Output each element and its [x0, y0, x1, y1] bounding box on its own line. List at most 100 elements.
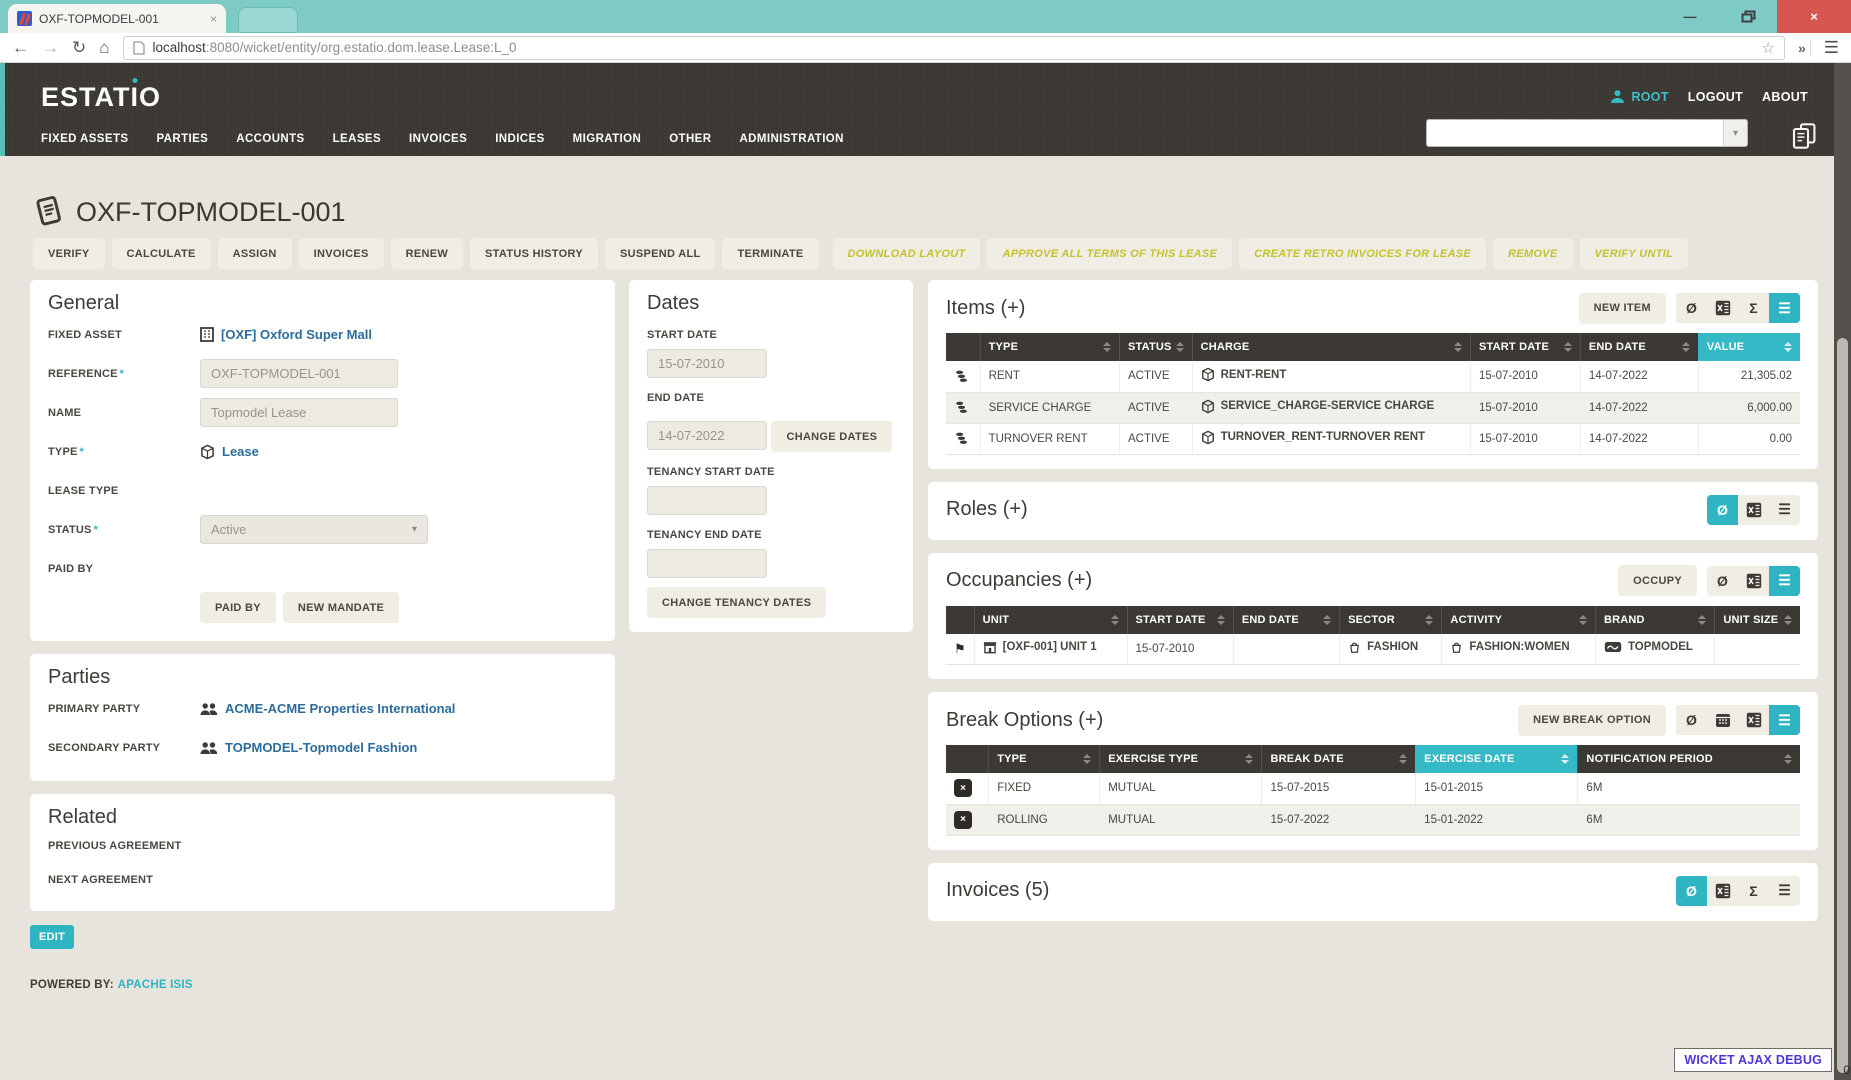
tenancy-end-date-field[interactable] [647, 549, 767, 578]
nav-parties[interactable]: PARTIES [156, 133, 208, 145]
change-tenancy-dates-button[interactable]: CHANGE TENANCY DATES [647, 587, 826, 618]
fixed-asset-link[interactable]: [OXF] Oxford Super Mall [221, 327, 372, 342]
search-input[interactable] [1427, 120, 1723, 146]
occ-col-sector[interactable]: SECTOR [1340, 606, 1442, 634]
about-link[interactable]: ABOUT [1762, 90, 1808, 104]
window-close-icon[interactable]: × [1777, 0, 1851, 33]
approve-all-terms-button[interactable]: APPROVE ALL TERMS OF THIS LEASE [987, 238, 1232, 269]
items-col-value[interactable]: VALUE [1698, 333, 1800, 361]
tab-close-icon[interactable]: × [210, 13, 217, 25]
occ-col-unit[interactable]: UNIT [974, 606, 1127, 634]
occ-col-activity[interactable]: ACTIVITY [1442, 606, 1596, 634]
new-mandate-button[interactable]: NEW MANDATE [283, 592, 399, 623]
window-minimize-icon[interactable]: — [1661, 0, 1719, 33]
occupy-button[interactable]: OCCUPY [1618, 565, 1697, 596]
primary-party-link[interactable]: ACME-ACME Properties International [225, 701, 455, 716]
global-search-combobox[interactable]: ▾ [1426, 119, 1748, 147]
nav-fixed-assets[interactable]: FIXED ASSETS [41, 133, 128, 145]
new-tab-button[interactable] [238, 7, 298, 33]
browser-tab[interactable]: OXF-TOPMODEL-001 × [8, 4, 226, 33]
home-icon[interactable]: ⌂ [99, 39, 109, 56]
occ-col-unit-size[interactable]: UNIT SIZE [1715, 606, 1800, 634]
download-layout-button[interactable]: DOWNLOAD LAYOUT [833, 238, 981, 269]
items-col-status[interactable]: STATUS [1119, 333, 1192, 361]
terminate-button[interactable]: TERMINATE [722, 238, 818, 269]
new-item-button[interactable]: NEW ITEM [1579, 293, 1666, 324]
window-maximize-icon[interactable] [1719, 0, 1777, 33]
remove-button[interactable]: REMOVE [1493, 238, 1572, 269]
hide-columns-icon[interactable]: Ø [1676, 876, 1707, 906]
summary-sigma-icon[interactable]: Σ [1738, 876, 1769, 906]
edit-button[interactable]: EDIT [30, 925, 74, 949]
excel-export-icon[interactable] [1738, 495, 1769, 525]
renew-button[interactable]: RENEW [391, 238, 463, 269]
estatio-logo[interactable]: ESTATIO [41, 82, 161, 113]
list-view-icon[interactable]: ☰ [1769, 495, 1800, 525]
verify-button[interactable]: VERIFY [33, 238, 105, 269]
item-coins-icon[interactable] [946, 361, 980, 392]
reference-field[interactable] [200, 359, 398, 388]
nav-administration[interactable]: ADMINISTRATION [739, 133, 843, 145]
refresh-icon[interactable]: ↻ [72, 39, 86, 56]
items-col-charge[interactable]: CHARGE [1192, 333, 1470, 361]
nav-indices[interactable]: INDICES [495, 133, 544, 145]
break-col-exercise-date[interactable]: EXERCISE DATE [1416, 745, 1578, 773]
browser-menu-icon[interactable]: ☰ [1824, 38, 1839, 58]
break-col-type[interactable]: TYPE [989, 745, 1100, 773]
list-view-icon[interactable]: ☰ [1769, 566, 1800, 596]
list-view-icon[interactable]: ☰ [1769, 876, 1800, 906]
hide-columns-icon[interactable]: Ø [1676, 293, 1707, 323]
type-link[interactable]: Lease [222, 444, 259, 459]
excel-export-icon[interactable] [1707, 876, 1738, 906]
new-break-option-button[interactable]: NEW BREAK OPTION [1518, 705, 1666, 736]
status-history-button[interactable]: STATUS HISTORY [470, 238, 598, 269]
verify-until-button[interactable]: VERIFY UNTIL [1580, 238, 1689, 269]
occ-col-brand[interactable]: BRAND [1595, 606, 1714, 634]
break-col-notification-period[interactable]: NOTIFICATION PERIOD [1578, 745, 1800, 773]
excel-export-icon[interactable] [1738, 705, 1769, 735]
calendar-icon[interactable] [1707, 705, 1738, 735]
start-date-field[interactable] [647, 349, 767, 378]
copy-link-icon[interactable] [1791, 122, 1818, 150]
list-view-icon[interactable]: ☰ [1769, 705, 1800, 735]
page-scrollbar[interactable] [1834, 63, 1851, 1080]
chevron-down-icon[interactable]: ▾ [1723, 120, 1747, 146]
excel-export-icon[interactable] [1707, 293, 1738, 323]
occ-col-end-date[interactable]: END DATE [1233, 606, 1339, 634]
invoices-button[interactable]: INVOICES [299, 238, 384, 269]
change-dates-button[interactable]: CHANGE DATES [771, 421, 892, 452]
create-retro-invoices-button[interactable]: CREATE RETRO INVOICES FOR LEASE [1239, 238, 1486, 269]
secondary-party-link[interactable]: TOPMODEL-Topmodel Fashion [225, 740, 417, 755]
hide-columns-icon[interactable]: Ø [1707, 566, 1738, 596]
scrollbar-thumb[interactable] [1837, 338, 1848, 1073]
nav-migration[interactable]: MIGRATION [573, 133, 642, 145]
item-coins-icon[interactable] [946, 423, 980, 454]
paid-by-button[interactable]: PAID BY [200, 592, 276, 623]
nav-other[interactable]: OTHER [669, 133, 711, 145]
end-date-field[interactable] [647, 421, 767, 450]
list-view-icon[interactable]: ☰ [1769, 293, 1800, 323]
logout-link[interactable]: LOGOUT [1688, 90, 1743, 104]
bookmark-star-icon[interactable]: ☆ [1762, 39, 1775, 57]
assign-button[interactable]: ASSIGN [218, 238, 292, 269]
items-col-type[interactable]: TYPE [980, 333, 1119, 361]
apache-isis-link[interactable]: APACHE ISIS [118, 979, 193, 991]
wicket-ajax-debug-link[interactable]: WICKET AJAX DEBUG [1674, 1048, 1832, 1072]
nav-accounts[interactable]: ACCOUNTS [236, 133, 304, 145]
break-col-exercise-type[interactable]: EXERCISE TYPE [1100, 745, 1262, 773]
break-col-break-date[interactable]: BREAK DATE [1262, 745, 1416, 773]
occ-col-start-date[interactable]: START DATE [1127, 606, 1233, 634]
nav-leases[interactable]: LEASES [333, 133, 381, 145]
name-field[interactable] [200, 398, 398, 427]
excel-export-icon[interactable] [1738, 566, 1769, 596]
hide-columns-icon[interactable]: Ø [1676, 705, 1707, 735]
back-icon[interactable]: ← [12, 39, 29, 56]
item-coins-icon[interactable] [946, 392, 980, 423]
summary-sigma-icon[interactable]: Σ [1738, 293, 1769, 323]
tenancy-start-date-field[interactable] [647, 486, 767, 515]
nav-invoices[interactable]: INVOICES [409, 133, 467, 145]
status-select[interactable]: Active ▾ [200, 515, 428, 544]
url-bar[interactable]: localhost:8080/wicket/entity/org.estatio… [123, 36, 1785, 60]
extensions-overflow-icon[interactable]: » [1798, 40, 1811, 56]
forward-icon[interactable]: → [42, 39, 59, 56]
